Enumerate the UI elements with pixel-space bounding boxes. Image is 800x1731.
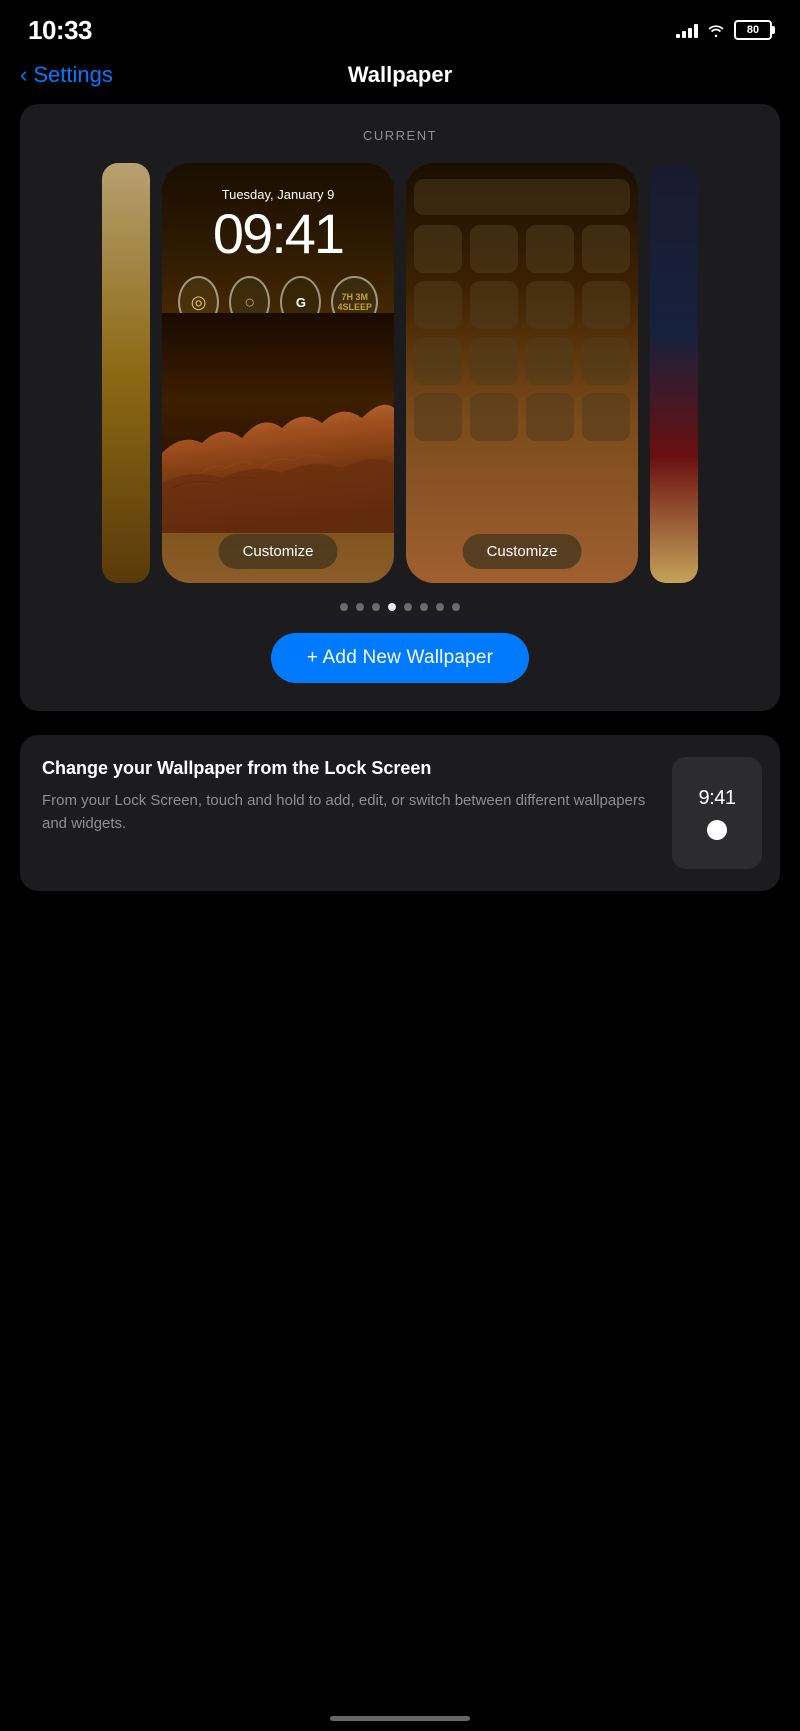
home-screen-content xyxy=(406,163,638,583)
wallpaper-card: CURRENT Tuesday, January 9 09:41 ◎ ○ G 7… xyxy=(20,104,780,711)
chevron-left-icon: ‹ xyxy=(20,62,27,88)
home-app-icon xyxy=(470,281,518,329)
lock-time: 09:41 xyxy=(178,206,378,262)
dot-6 xyxy=(420,603,428,611)
info-card: Change your Wallpaper from the Lock Scre… xyxy=(20,735,780,891)
info-text: Change your Wallpaper from the Lock Scre… xyxy=(42,757,656,835)
home-app-icon xyxy=(470,393,518,441)
mini-lock-dot xyxy=(707,820,727,840)
home-app-icon xyxy=(470,225,518,273)
status-bar: 10:33 80 xyxy=(0,0,800,54)
battery-icon: 80 xyxy=(734,20,772,40)
wallpaper-carousel[interactable]: Tuesday, January 9 09:41 ◎ ○ G 7H 3M4SLE… xyxy=(40,163,760,583)
current-label: CURRENT xyxy=(40,128,760,143)
home-app-icon xyxy=(526,393,574,441)
home-app-icon xyxy=(582,337,630,385)
status-icons: 80 xyxy=(676,20,772,40)
dot-2 xyxy=(356,603,364,611)
nav-header: ‹ Settings Wallpaper xyxy=(0,54,800,104)
home-app-grid-row2 xyxy=(414,281,630,329)
dot-5 xyxy=(404,603,412,611)
dot-3 xyxy=(372,603,380,611)
home-app-icon xyxy=(414,393,462,441)
home-app-icon xyxy=(526,281,574,329)
dot-7 xyxy=(436,603,444,611)
page-title: Wallpaper xyxy=(348,62,452,88)
home-app-icon xyxy=(470,337,518,385)
home-app-icon xyxy=(582,281,630,329)
home-screen-preview[interactable]: Customize xyxy=(406,163,638,583)
home-app-icon xyxy=(526,337,574,385)
pagination-dots xyxy=(40,603,760,611)
info-description: From your Lock Screen, touch and hold to… xyxy=(42,790,656,835)
dot-4-active xyxy=(388,603,396,611)
lock-screen-preview[interactable]: Tuesday, January 9 09:41 ◎ ○ G 7H 3M4SLE… xyxy=(162,163,394,583)
carousel-peek-right xyxy=(650,163,698,583)
home-app-icon xyxy=(414,281,462,329)
dot-8 xyxy=(452,603,460,611)
home-customize-button[interactable]: Customize xyxy=(463,534,582,569)
home-app-icon xyxy=(582,225,630,273)
home-app-icon xyxy=(526,225,574,273)
home-app-grid-row1 xyxy=(414,225,630,273)
wifi-icon xyxy=(706,22,726,38)
home-app-icon xyxy=(414,225,462,273)
add-wallpaper-button[interactable]: + Add New Wallpaper xyxy=(271,633,529,683)
main-content: CURRENT Tuesday, January 9 09:41 ◎ ○ G 7… xyxy=(0,104,800,891)
rock-landscape xyxy=(162,313,394,533)
back-button[interactable]: ‹ Settings xyxy=(20,62,113,88)
home-app-icon xyxy=(414,337,462,385)
mini-lock-preview: 9:41 xyxy=(672,757,762,869)
lock-date: Tuesday, January 9 xyxy=(178,187,378,202)
home-indicator xyxy=(330,1716,470,1721)
dot-1 xyxy=(340,603,348,611)
back-label: Settings xyxy=(33,62,113,88)
signal-icon xyxy=(676,22,698,38)
mini-lock-time: 9:41 xyxy=(699,787,736,810)
status-time: 10:33 xyxy=(28,15,92,46)
info-title: Change your Wallpaper from the Lock Scre… xyxy=(42,757,656,780)
carousel-peek-left xyxy=(102,163,150,583)
lock-customize-button[interactable]: Customize xyxy=(219,534,338,569)
home-app-grid-row3 xyxy=(414,337,630,385)
home-app-grid-row4 xyxy=(414,393,630,441)
home-search-bar xyxy=(414,179,630,215)
lock-screen-content: Tuesday, January 9 09:41 ◎ ○ G 7H 3M4SLE… xyxy=(162,163,394,583)
home-app-icon xyxy=(582,393,630,441)
